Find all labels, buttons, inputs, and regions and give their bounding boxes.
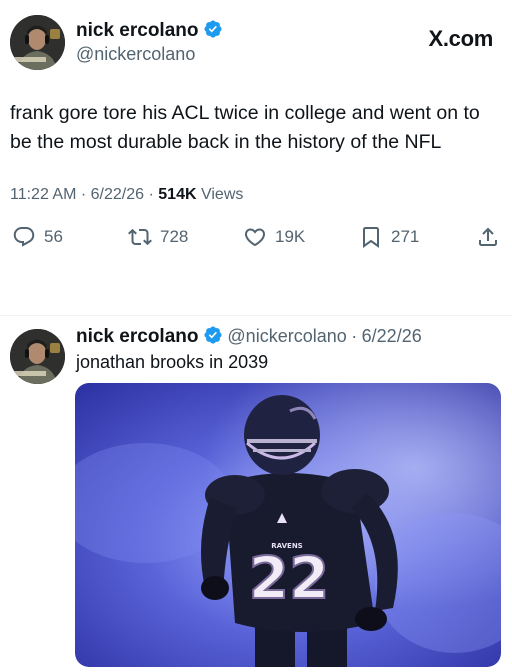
avatar-photo bbox=[10, 329, 65, 384]
reply-author-avatar[interactable] bbox=[10, 329, 65, 384]
avatar-photo bbox=[10, 15, 65, 70]
author-handle[interactable]: @nickercolano bbox=[76, 44, 195, 65]
like-action[interactable]: 19K bbox=[243, 225, 305, 249]
reply-media-image[interactable]: 22 RAVENS bbox=[75, 383, 501, 667]
tweet-time[interactable]: 11:22 AM bbox=[10, 186, 76, 203]
meta-separator: · bbox=[351, 326, 358, 346]
author-avatar[interactable] bbox=[10, 15, 65, 70]
repost-count: 728 bbox=[160, 227, 189, 246]
reply-header: nick ercolano @nickercolano · 6/22/26 bbox=[76, 325, 422, 348]
share-action[interactable] bbox=[476, 225, 500, 249]
repost-action[interactable]: 728 bbox=[128, 225, 188, 249]
bookmark-action[interactable]: 271 bbox=[359, 225, 419, 249]
reply-date[interactable]: 6/22/26 bbox=[362, 326, 422, 346]
share-icon bbox=[479, 227, 497, 246]
tweet-meta: 11:22 AM · 6/22/26 · 514K Views bbox=[10, 186, 243, 204]
reply-text: jonathan brooks in 2039 bbox=[76, 352, 269, 372]
player-photo: 22 RAVENS bbox=[75, 383, 501, 667]
heart-icon bbox=[244, 228, 266, 247]
brand-wordmark: X.com bbox=[428, 26, 493, 51]
jersey-number: 22 bbox=[249, 544, 330, 612]
author-name-row: nick ercolano bbox=[76, 19, 223, 42]
reply-action[interactable]: 56 bbox=[12, 225, 63, 249]
reply-author-name[interactable]: nick ercolano bbox=[76, 326, 199, 347]
like-count: 19K bbox=[275, 227, 306, 246]
reply-icon bbox=[13, 227, 35, 247]
verified-badge-icon bbox=[204, 326, 222, 344]
tweet-divider bbox=[0, 315, 512, 316]
meta-separator: · bbox=[80, 186, 87, 203]
repost-icon bbox=[128, 228, 152, 246]
verified-badge-icon bbox=[204, 20, 222, 38]
tweet-text: frank gore tore his ACL twice in college… bbox=[10, 102, 480, 153]
meta-separator: · bbox=[148, 186, 154, 203]
team-wordmark: RAVENS bbox=[271, 542, 302, 550]
reply-count: 56 bbox=[44, 227, 63, 246]
reply-author-handle[interactable]: @nickercolano bbox=[227, 326, 346, 346]
tweet-date[interactable]: 6/22/26 bbox=[91, 186, 144, 203]
bookmark-icon bbox=[363, 227, 379, 248]
bookmark-count: 271 bbox=[391, 227, 420, 246]
views-count: 514K bbox=[158, 186, 197, 203]
author-name[interactable]: nick ercolano bbox=[76, 20, 199, 41]
views-label: Views bbox=[200, 186, 244, 203]
